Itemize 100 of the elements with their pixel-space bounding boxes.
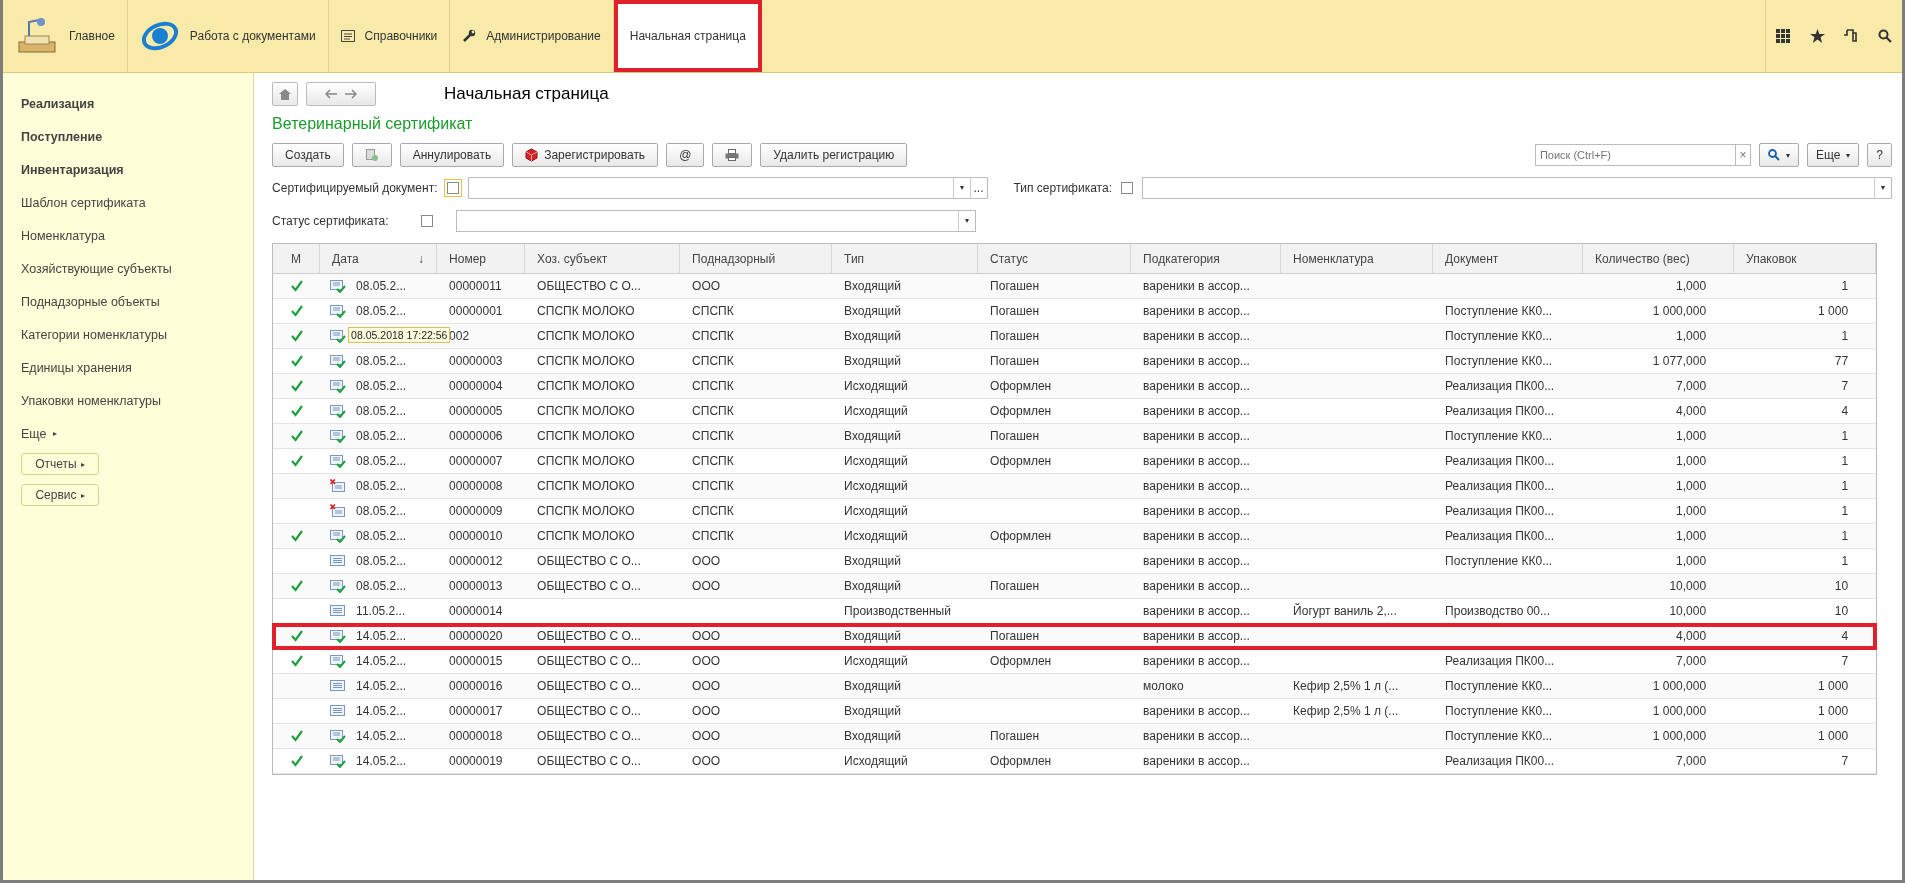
table-cell: вареники в ассор... xyxy=(1143,479,1250,493)
table-cell: Производство 00... xyxy=(1445,604,1551,618)
table-cell: 1 000 xyxy=(1818,304,1849,318)
table-cell: 14.05.2... xyxy=(356,729,407,743)
print-button[interactable] xyxy=(712,143,753,167)
table-cell: Реализация ПК00... xyxy=(1445,754,1555,768)
toolbar-button[interactable]: @ xyxy=(666,143,705,167)
table-cell: 00000001 xyxy=(449,304,503,318)
filter-dropdown[interactable]: ▾ ... xyxy=(467,176,988,199)
apps-grid-icon[interactable] xyxy=(1776,29,1790,43)
table-cell: Оформлен xyxy=(990,529,1052,543)
table-cell: 7,000 xyxy=(1676,654,1707,668)
search-field[interactable]: Поиск (Ctrl+F) xyxy=(1534,144,1735,166)
search-icon[interactable] xyxy=(1878,29,1892,43)
table-cell: СПСПК xyxy=(692,379,734,393)
history-icon[interactable] xyxy=(1844,29,1858,43)
table-cell: 00000020 xyxy=(449,629,503,643)
filter-checkbox[interactable] xyxy=(1121,181,1133,194)
sidebar-item[interactable]: Номенклатура xyxy=(21,219,254,252)
column-header[interactable]: Дата ↓ xyxy=(320,244,438,274)
sidebar-button[interactable]: Отчеты ▸ xyxy=(21,453,99,475)
menu-tab[interactable]: Справочники xyxy=(328,0,451,72)
sidebar-item[interactable]: Поступление xyxy=(21,120,254,153)
column-header[interactable]: Хоз. субъект xyxy=(525,244,681,274)
sidebar-item[interactable]: Шаблон сертификата xyxy=(21,186,254,219)
table-cell: Кефир 2,5% 1 л (... xyxy=(1293,679,1399,693)
table-cell: СПСПК xyxy=(692,304,734,318)
column-header[interactable]: Количество (вес) xyxy=(1583,244,1735,274)
more-button[interactable]: Еще ▾ xyxy=(1806,143,1860,167)
table-cell: вареники в ассор... xyxy=(1143,579,1250,593)
table-cell: ОБЩЕСТВО С О... xyxy=(537,754,641,768)
table-cell: 1 xyxy=(1841,329,1849,343)
sidebar-item[interactable]: Хозяйствующие субъекты xyxy=(21,252,254,285)
column-header[interactable]: Подкатегория xyxy=(1131,244,1282,274)
toolbar-button[interactable]: Создать xyxy=(272,143,344,167)
filter-dropdown[interactable]: ▾ xyxy=(1142,176,1892,199)
back-arrow-icon[interactable] xyxy=(325,89,338,99)
forward-arrow-icon[interactable] xyxy=(345,89,358,99)
table-cell: СПСПК МОЛОКО xyxy=(537,304,635,318)
table-cell: ОБЩЕСТВО С О... xyxy=(537,629,641,643)
filter-dropdown[interactable]: ▾ xyxy=(456,209,977,232)
table-cell: СПСПК xyxy=(692,454,734,468)
table-cell: СПСПК xyxy=(692,354,734,368)
menu-tab[interactable]: Администрирование xyxy=(450,0,614,72)
column-header[interactable]: Упаковок xyxy=(1734,244,1877,274)
sidebar-item[interactable]: Реализация xyxy=(21,87,254,120)
table-cell: ОБЩЕСТВО С О... xyxy=(537,679,641,693)
table-cell: 00000016 xyxy=(449,679,503,693)
sidebar-button[interactable]: Сервис ▸ xyxy=(21,484,99,506)
menu-tab[interactable]: Работа с документами xyxy=(127,0,329,72)
column-header[interactable]: Документ xyxy=(1433,244,1584,274)
column-header[interactable]: Номенклатура xyxy=(1281,244,1434,274)
table-cell: 08.05.2... xyxy=(356,529,407,543)
home-button[interactable] xyxy=(272,82,299,106)
sidebar-item[interactable]: Инвентаризация xyxy=(21,153,254,186)
table-cell: 08.05.2... xyxy=(356,554,407,568)
table-cell: вареники в ассор... xyxy=(1143,379,1250,393)
register-button[interactable]: Зарегистрировать xyxy=(512,143,659,167)
table-cell: вареники в ассор... xyxy=(1143,429,1250,443)
sidebar-item[interactable]: Категории номенклатуры xyxy=(21,318,254,351)
table-cell: Исходящий xyxy=(844,454,908,468)
filter-checkbox[interactable] xyxy=(421,214,434,227)
toolbar-button[interactable]: Удалить регистрацию xyxy=(760,143,908,167)
table-cell: СПСПК xyxy=(692,329,734,343)
table-cell: ОБЩЕСТВО С О... xyxy=(537,279,641,293)
column-header[interactable]: Поднадзорный xyxy=(680,244,833,274)
copy-button[interactable] xyxy=(351,143,392,167)
table-cell: СПСПК МОЛОКО xyxy=(537,379,635,393)
table-cell: 00000006 xyxy=(449,429,503,443)
toolbar-button[interactable]: Аннулировать xyxy=(399,143,505,167)
table-cell: 1 xyxy=(1841,504,1849,518)
more-link[interactable]: Еще ▸ xyxy=(21,417,254,450)
table-cell: вареники в ассор... xyxy=(1143,304,1250,318)
column-header[interactable]: Статус xyxy=(978,244,1132,274)
search-button[interactable]: ▾ xyxy=(1758,143,1799,167)
column-header[interactable]: М xyxy=(273,244,321,274)
table-cell: Оформлен xyxy=(990,454,1052,468)
table-cell: 00000004 xyxy=(449,379,503,393)
table-cell: Входящий xyxy=(844,629,902,643)
help-button[interactable]: ? xyxy=(1867,143,1892,167)
table-cell: 002 xyxy=(449,329,470,343)
table-cell: 4,000 xyxy=(1676,629,1707,643)
table-cell: 1 xyxy=(1841,279,1849,293)
menu-tab[interactable]: Главное xyxy=(3,0,128,72)
sidebar-item[interactable]: Поднадзорные объекты xyxy=(21,285,254,318)
column-header[interactable]: Номер xyxy=(437,244,526,274)
table-cell: Входящий xyxy=(844,304,902,318)
sidebar-item[interactable]: Упаковки номенклатуры xyxy=(21,384,254,417)
table-cell: Исходящий xyxy=(844,529,908,543)
menu-tab[interactable]: Начальная страница xyxy=(613,0,762,72)
table-cell: СПСПК МОЛОКО xyxy=(537,479,635,493)
table-cell: ООО xyxy=(692,279,721,293)
star-icon[interactable] xyxy=(1809,29,1825,43)
table-cell: Входящий xyxy=(844,729,902,743)
column-header[interactable]: Тип xyxy=(832,244,979,274)
table-cell: 1 000 xyxy=(1818,729,1849,743)
table-cell: Производственный xyxy=(844,604,951,618)
table-cell: 7,000 xyxy=(1676,379,1707,393)
table-cell: Исходящий xyxy=(844,404,908,418)
sidebar-item[interactable]: Единицы хранения xyxy=(21,351,254,384)
